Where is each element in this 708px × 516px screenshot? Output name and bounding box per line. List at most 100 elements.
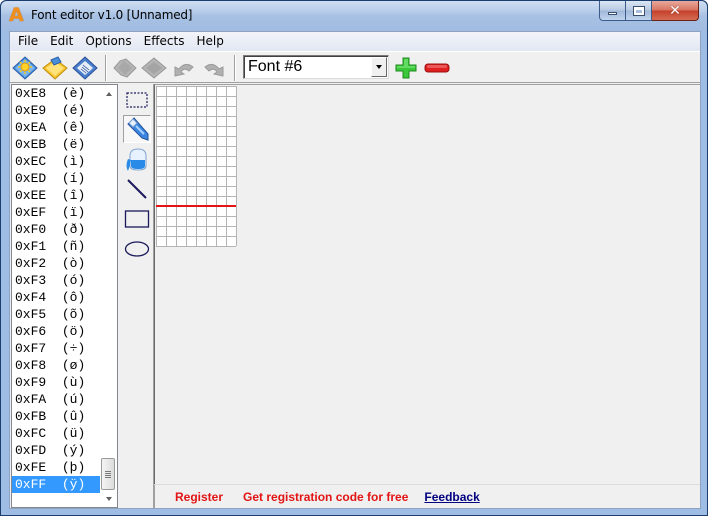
save-disk-icon [72,56,98,80]
character-list-item[interactable]: 0xFB (û) [12,408,102,425]
add-font-button[interactable] [394,56,418,80]
char-paren-open: ( [46,273,70,288]
menu-file[interactable]: File [12,32,44,51]
tool-fill[interactable] [123,145,151,173]
scroll-up-button[interactable] [100,85,117,102]
title-bar[interactable]: A Font editor v1.0 [Unnamed] ✕ [1,1,707,31]
arrow-up-icon [105,91,112,96]
register-link[interactable]: Register [175,490,223,504]
character-list-item[interactable]: 0xFF (ÿ) [12,476,102,493]
char-paren-close: ) [77,86,86,101]
chevron-down-icon [376,65,382,69]
maximize-button[interactable] [626,1,652,21]
font-select[interactable]: Font #6 [243,55,389,79]
character-list-item[interactable]: 0xE8 (è) [12,85,102,102]
char-paren-close: ) [77,154,86,169]
tool-palette [121,84,154,508]
undo-button[interactable] [171,56,197,80]
character-list-rows: 0xE8 (è) 0xE9 (é) 0xEA (ê) 0xEB (ë) 0xEC (ì)… [12,85,102,493]
char-paren-open: ( [46,290,70,305]
char-code: 0xEA [15,120,47,135]
minimize-button[interactable] [599,1,626,21]
minimize-icon [608,12,617,15]
character-list-item[interactable]: 0xFA (ú) [12,391,102,408]
glyph-canvas-area [154,84,700,484]
rectangle-icon [124,210,150,228]
character-list-item[interactable]: 0xF4 (ô) [12,289,102,306]
char-paren-open: ( [46,188,70,203]
character-list-item[interactable]: 0xF3 (ó) [12,272,102,289]
character-list-item[interactable]: 0xEA (ê) [12,119,102,136]
glyph-grid[interactable] [155,85,237,247]
paint-bucket-icon [126,148,147,171]
character-list-item[interactable]: 0xEE (î) [12,187,102,204]
toolbar-separator [234,55,236,81]
tool-ellipse[interactable] [123,235,151,263]
menu-edit[interactable]: Edit [44,32,79,51]
char-code: 0xEC [15,154,47,169]
char-paren-open: ( [46,171,70,186]
character-list-scrollbar[interactable] [100,85,117,507]
get-registration-code-link[interactable]: Get registration code for free [243,490,408,504]
char-paren-open: ( [46,426,70,441]
character-list-item[interactable]: 0xFE (þ) [12,459,102,476]
window-title: Font editor v1.0 [Unnamed] [31,8,193,22]
open-button[interactable] [42,56,68,80]
character-list-item[interactable]: 0xEB (ë) [12,136,102,153]
character-list-item[interactable]: 0xF0 (ð) [12,221,102,238]
character-list-item[interactable]: 0xF2 (ò) [12,255,102,272]
char-paren-close: ) [77,443,86,458]
menu-options[interactable]: Options [79,32,137,51]
scroll-thumb[interactable] [101,458,115,490]
font-select-value: Font #6 [248,58,303,75]
char-code: 0xFA [15,392,47,407]
character-list-item[interactable]: 0xF6 (ö) [12,323,102,340]
feedback-link[interactable]: Feedback [424,490,479,504]
character-list-item[interactable]: 0xED (í) [12,170,102,187]
paste-button[interactable] [141,56,167,80]
open-folder-icon [42,56,68,80]
character-list-item[interactable]: 0xFC (ü) [12,425,102,442]
close-button[interactable]: ✕ [652,1,699,21]
char-paren-close: ) [77,120,86,135]
paste-icon [141,57,167,79]
char-paren-close: ) [77,103,86,118]
character-list-item[interactable]: 0xF8 (ø) [12,357,102,374]
save-button[interactable] [72,56,98,80]
ellipse-icon [124,241,150,257]
scroll-down-button[interactable] [100,490,117,507]
character-list-item[interactable]: 0xF5 (õ) [12,306,102,323]
new-button[interactable] [12,56,38,80]
char-code: 0xF2 [15,256,47,271]
char-code: 0xF0 [15,222,47,237]
character-list-item[interactable]: 0xF1 (ñ) [12,238,102,255]
char-paren-open: ( [46,477,70,492]
char-paren-close: ) [77,188,86,203]
char-paren-close: ) [77,273,86,288]
char-paren-open: ( [46,460,70,475]
tool-select[interactable] [123,86,151,114]
tool-rectangle[interactable] [123,205,151,233]
font-select-dropdown-button[interactable] [371,57,387,77]
char-paren-open: ( [46,324,70,339]
redo-button[interactable] [201,56,227,80]
char-code: 0xED [15,171,47,186]
copy-button[interactable] [111,56,137,80]
character-list-item[interactable]: 0xFD (ý) [12,442,102,459]
menu-effects[interactable]: Effects [138,32,191,51]
remove-font-button[interactable] [424,56,450,80]
char-paren-open: ( [46,86,70,101]
character-list[interactable]: 0xE8 (è) 0xE9 (é) 0xEA (ê) 0xEB (ë) 0xEC (ì)… [11,84,118,508]
char-code: 0xF1 [15,239,47,254]
character-list-item[interactable]: 0xF9 (ù) [12,374,102,391]
char-paren-close: ) [77,426,86,441]
character-list-item[interactable]: 0xEF (ï) [12,204,102,221]
tool-pencil[interactable] [123,115,151,143]
tool-line[interactable] [123,175,151,203]
menu-help[interactable]: Help [190,32,229,51]
character-list-item[interactable]: 0xE9 (é) [12,102,102,119]
char-paren-open: ( [46,239,70,254]
character-list-item[interactable]: 0xEC (ì) [12,153,102,170]
character-list-item[interactable]: 0xF7 (÷) [12,340,102,357]
char-paren-open: ( [46,409,70,424]
